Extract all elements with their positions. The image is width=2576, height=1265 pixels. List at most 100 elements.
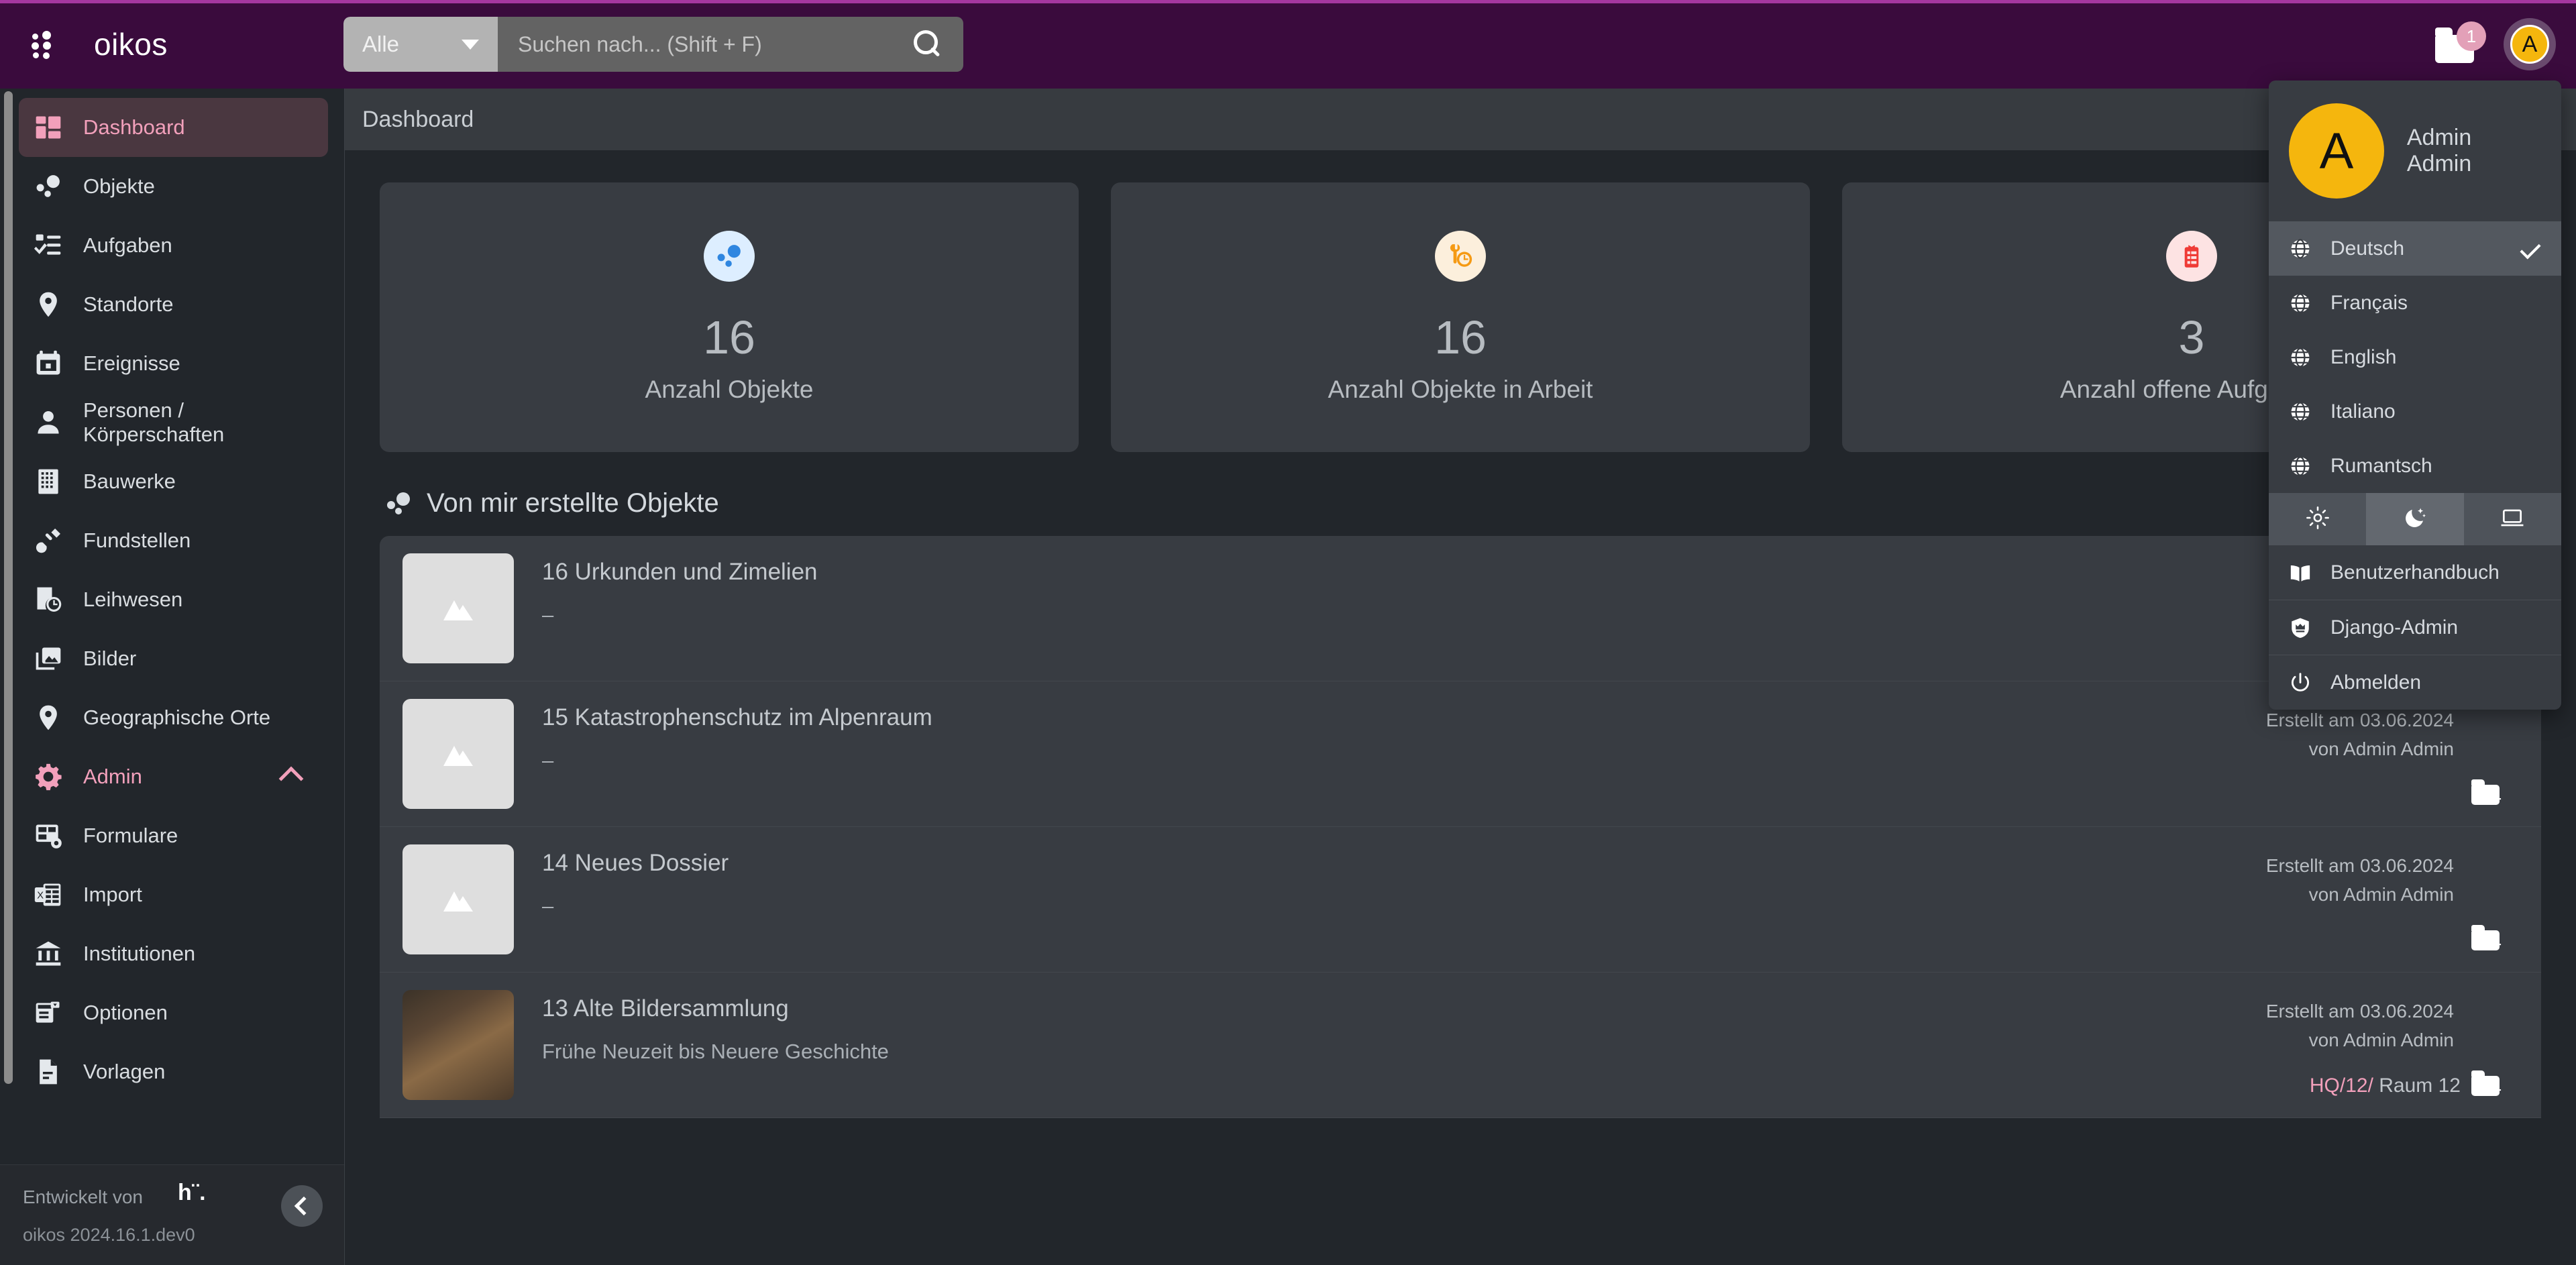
stat-card[interactable]: 16 Anzahl Objekte <box>380 182 1079 452</box>
folder-add-button[interactable]: + <box>2471 925 2502 955</box>
image-placeholder-icon <box>443 600 473 620</box>
folder-add-button[interactable]: + <box>2471 779 2502 810</box>
item-title: 16 Urkunden und Zimelien <box>542 559 818 585</box>
sidebar-item-optionen[interactable]: Optionen <box>19 983 328 1042</box>
check-icon <box>2520 237 2541 260</box>
theme-sun-button[interactable] <box>2269 493 2366 545</box>
item-thumbnail <box>402 699 514 809</box>
task-list-icon <box>2166 231 2217 282</box>
breadcrumb: Dashboard <box>345 89 2576 150</box>
item-text: 14 Neues Dossier – <box>542 844 729 954</box>
bank-icon <box>34 939 63 969</box>
list-item[interactable]: 13 Alte Bildersammlung Frühe Neuzeit bis … <box>380 973 2541 1118</box>
language-label: Français <box>2330 291 2408 314</box>
chevron-up-icon[interactable] <box>278 766 304 791</box>
stat-value: 16 <box>1434 311 1487 364</box>
sidebar-item-fundstellen[interactable]: Fundstellen <box>19 511 328 570</box>
item-subtitle: Frühe Neuzeit bis Neuere Geschichte <box>542 1040 889 1063</box>
menu-item-label: Django-Admin <box>2330 616 2459 639</box>
global-search: Alle Suchen nach... (Shift + F) <box>343 17 963 72</box>
search-scope-select[interactable]: Alle <box>343 17 498 72</box>
stat-value: 3 <box>2178 311 2205 364</box>
sidebar-item-label: Geographische Orte <box>83 706 271 729</box>
theme-switcher <box>2269 493 2561 545</box>
theme-laptop-button[interactable] <box>2464 493 2561 545</box>
search-input[interactable]: Suchen nach... (Shift + F) <box>498 17 963 72</box>
developed-by-label: Entwickelt von <box>23 1187 143 1207</box>
folder-add-icon: + <box>2471 1070 2502 1101</box>
sidebar-item-institutionen[interactable]: Institutionen <box>19 924 328 983</box>
notifications-button[interactable]: 1 <box>2435 21 2486 64</box>
language-option-english[interactable]: English <box>2269 330 2561 384</box>
sidebar-item-geographische-orte[interactable]: Geographische Orte <box>19 688 328 747</box>
sidebar-collapse-button[interactable] <box>281 1185 323 1227</box>
sidebar-item-bauwerke[interactable]: Bauwerke <box>19 452 328 511</box>
language-label: Rumantsch <box>2330 454 2432 477</box>
sidebar-item-import[interactable]: X Import <box>19 865 328 924</box>
item-thumbnail <box>402 553 514 663</box>
sun-icon <box>2306 506 2330 533</box>
created-by: von Admin Admin <box>2308 738 2454 760</box>
image-placeholder-icon <box>443 891 473 912</box>
location-badge[interactable]: HQ/12/ Raum 12 <box>2310 1075 2461 1097</box>
list-item[interactable]: 16 Urkunden und Zimelien–+ <box>380 536 2541 681</box>
list-item[interactable]: 15 Katastrophenschutz im Alpenraum – Erste… <box>380 681 2541 827</box>
sidebar-item-ereignisse[interactable]: Ereignisse <box>19 334 328 393</box>
sidebar-item-personen-k-rperschaften[interactable]: Personen / Körperschaften <box>19 393 328 452</box>
shield-crown-icon <box>2289 616 2312 639</box>
sidebar-scrollbar[interactable] <box>4 91 13 1084</box>
chevron-left-icon <box>294 1196 314 1216</box>
theme-moon-button[interactable] <box>2366 493 2464 545</box>
globe-icon <box>2289 237 2312 260</box>
svg-text:X: X <box>37 891 44 901</box>
image-placeholder-icon <box>443 746 473 766</box>
created-date: Erstellt am 03.06.2024 <box>2265 855 2454 876</box>
stat-card[interactable]: 16 Anzahl Objekte in Arbeit <box>1111 182 1810 452</box>
menu-item-django-admin[interactable]: Django-Admin <box>2269 600 2561 655</box>
menu-item-abmelden[interactable]: Abmelden <box>2269 655 2561 710</box>
folder-add-button[interactable]: + <box>2471 1070 2502 1101</box>
user-menu-actions: Benutzerhandbuch Django-Admin Abmelden <box>2269 545 2561 710</box>
sidebar-item-admin[interactable]: Admin <box>19 747 328 806</box>
menu-item-label: Abmelden <box>2330 671 2422 694</box>
sidebar-item-leihwesen[interactable]: Leihwesen <box>19 570 328 629</box>
list-item[interactable]: 14 Neues Dossier – Erstellt am 03.06.2024 v… <box>380 827 2541 973</box>
user-menu: A Admin Admin Deutsch Français English Ital… <box>2269 80 2561 710</box>
language-list: Deutsch Français English Italiano Rumantsch <box>2269 221 2561 493</box>
sidebar-item-standorte[interactable]: Standorte <box>19 275 328 334</box>
grid-dots-icon[interactable] <box>28 28 60 60</box>
user-avatar-button[interactable]: A <box>2504 18 2556 70</box>
sidebar-item-label: Fundstellen <box>83 529 191 552</box>
menu-item-benutzerhandbuch[interactable]: Benutzerhandbuch <box>2269 545 2561 600</box>
globe-icon <box>2289 400 2312 423</box>
sidebar-footer: Entwickelt von h¨. oikos 2024.16.1.dev0 <box>0 1164 344 1265</box>
sidebar-item-dashboard[interactable]: Dashboard <box>19 98 328 157</box>
language-option-deutsch[interactable]: Deutsch <box>2269 221 2561 276</box>
created-by: von Admin Admin <box>2308 1030 2454 1051</box>
avatar: A <box>2510 25 2549 64</box>
sidebar-item-bilder[interactable]: Bilder <box>19 629 328 688</box>
language-option-franais[interactable]: Français <box>2269 276 2561 330</box>
item-title: 14 Neues Dossier <box>542 850 729 876</box>
folder-add-icon: + <box>2471 925 2502 955</box>
row-metadata: Erstellt am 03.06.2024 von Admin Admin <box>2266 851 2454 910</box>
sidebar-item-label: Bilder <box>83 647 137 670</box>
created-by: von Admin Admin <box>2308 884 2454 905</box>
object-list: 16 Urkunden und Zimelien – +15 Katastrophe… <box>380 536 2541 1118</box>
notification-count-badge: 1 <box>2457 21 2486 51</box>
language-label: Deutsch <box>2330 237 2405 260</box>
search-icon[interactable] <box>912 29 943 60</box>
developer-logo: h¨. <box>178 1180 206 1205</box>
language-option-italiano[interactable]: Italiano <box>2269 384 2561 439</box>
language-option-rumantsch[interactable]: Rumantsch <box>2269 439 2561 493</box>
language-label: Italiano <box>2330 400 2396 423</box>
sidebar-item-label: Admin <box>83 765 142 788</box>
sidebar-item-aufgaben[interactable]: Aufgaben <box>19 216 328 275</box>
sidebar-item-formulare[interactable]: Formulare <box>19 806 328 865</box>
options-panel-icon <box>34 998 63 1028</box>
sidebar-item-vorlagen[interactable]: Vorlagen <box>19 1042 328 1101</box>
objects-bubbles-icon <box>34 172 63 201</box>
globe-icon <box>2289 292 2312 315</box>
sidebar-item-objekte[interactable]: Objekte <box>19 157 328 216</box>
map-pin-icon <box>34 703 63 732</box>
